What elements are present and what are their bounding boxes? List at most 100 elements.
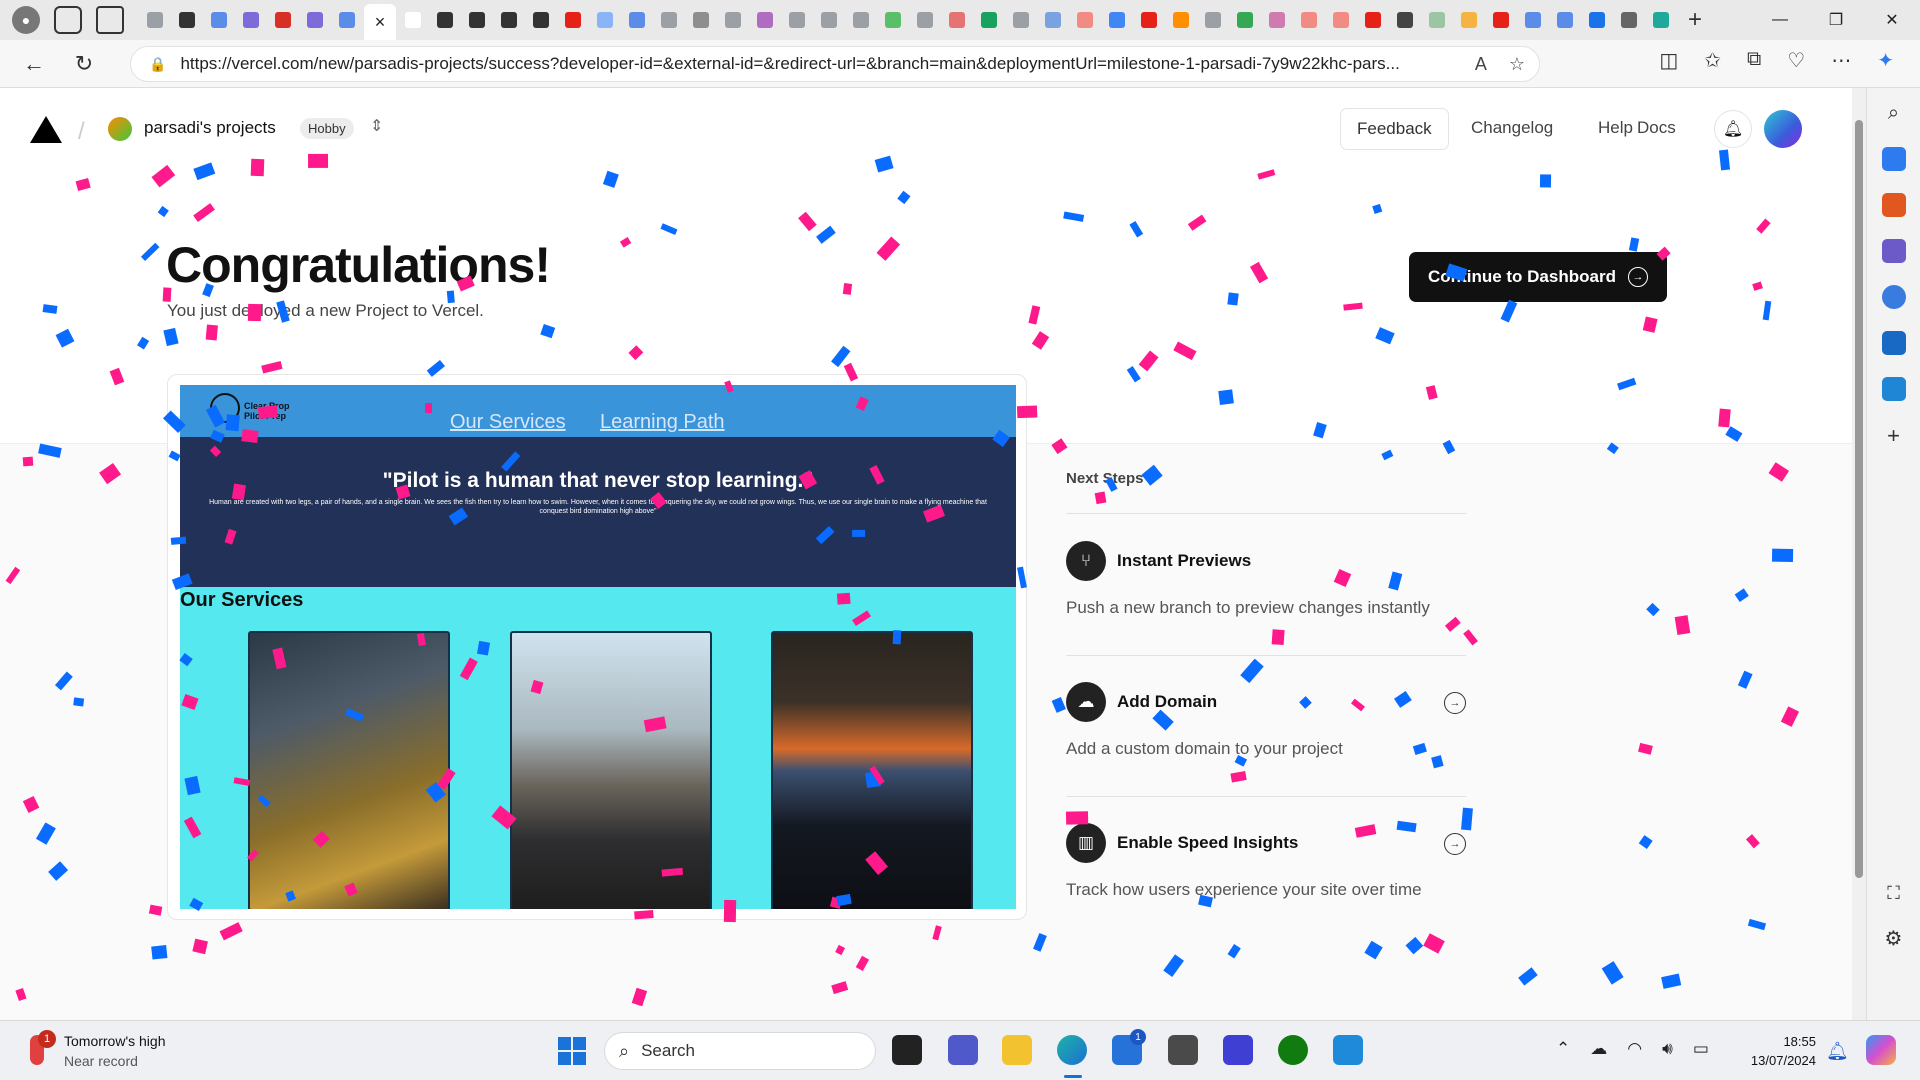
browser-tab[interactable]: [1390, 5, 1420, 35]
browser-tab[interactable]: [750, 5, 780, 35]
minimize-icon[interactable]: —: [1752, 0, 1808, 40]
docs-link[interactable]: Docs: [1637, 118, 1676, 138]
outlook-icon[interactable]: [1881, 331, 1906, 355]
browser-tab[interactable]: [1294, 5, 1324, 35]
refresh-icon[interactable]: ↻: [64, 44, 104, 84]
browser-tab[interactable]: [1070, 5, 1100, 35]
browser-tab[interactable]: [1454, 5, 1484, 35]
browser-tab[interactable]: [1582, 5, 1612, 35]
new-tab-button[interactable]: +: [1688, 6, 1702, 34]
browser-tab[interactable]: [300, 5, 330, 35]
chevron-up-icon[interactable]: ⌃: [1556, 1039, 1570, 1059]
send-icon[interactable]: [1881, 377, 1906, 401]
browser-tab[interactable]: [1102, 5, 1132, 35]
browser-tab[interactable]: [494, 5, 524, 35]
team-name[interactable]: parsadi's projects: [144, 118, 276, 138]
taskbar-search-box[interactable]: ⌕ Search: [604, 1032, 876, 1070]
browser-tab[interactable]: [878, 5, 908, 35]
active-tab-close-button[interactable]: ×: [364, 4, 396, 40]
browser-tab[interactable]: [846, 5, 876, 35]
browser-tab[interactable]: [462, 5, 492, 35]
browser-tab[interactable]: [1134, 5, 1164, 35]
restore-icon[interactable]: ❐: [1808, 0, 1864, 40]
tools-briefcase-icon[interactable]: [1881, 193, 1906, 217]
vercel-logo-icon[interactable]: [30, 116, 62, 143]
browser-tab[interactable]: [1262, 5, 1292, 35]
feedback-button[interactable]: Feedback: [1340, 108, 1449, 150]
browser-tab[interactable]: [622, 5, 652, 35]
xbox-icon[interactable]: [1278, 1035, 1308, 1065]
games-icon[interactable]: [1881, 239, 1906, 263]
browser-tab[interactable]: [1198, 5, 1228, 35]
browser-tab[interactable]: [814, 5, 844, 35]
notifications-bell-icon[interactable]: 🔔︎: [1714, 110, 1752, 148]
arrow-right-circle-icon[interactable]: →: [1444, 692, 1466, 714]
task-view-icon[interactable]: [892, 1035, 922, 1065]
browser-tab[interactable]: [236, 5, 266, 35]
browser-tab[interactable]: [1230, 5, 1260, 35]
tab-actions-icon[interactable]: [96, 6, 124, 34]
collections-icon[interactable]: ⧉: [1747, 48, 1761, 73]
browser-tab[interactable]: [974, 5, 1004, 35]
windows-start-icon[interactable]: [558, 1037, 586, 1065]
scrollbar-thumb[interactable]: [1855, 120, 1863, 878]
browser-tab[interactable]: [558, 5, 588, 35]
browser-tab[interactable]: [1486, 5, 1516, 35]
settings-gear-icon[interactable]: ⚙: [1885, 926, 1903, 951]
screenshot-icon[interactable]: ⛶: [1887, 883, 1900, 904]
browser-tab[interactable]: [782, 5, 812, 35]
browser-tab[interactable]: [686, 5, 716, 35]
close-window-icon[interactable]: ✕: [1864, 0, 1920, 40]
notification-bell-icon[interactable]: 🔔︎: [1826, 1041, 1849, 1062]
search-icon[interactable]: ⌕: [1888, 102, 1899, 125]
continue-to-dashboard-button[interactable]: Continue to Dashboard →: [1409, 252, 1667, 302]
edge-browser-icon[interactable]: [1057, 1035, 1087, 1065]
unity-icon[interactable]: [1168, 1035, 1198, 1065]
browser-tab[interactable]: [430, 5, 460, 35]
browser-tab[interactable]: [1166, 5, 1196, 35]
vscode-icon[interactable]: [1333, 1035, 1363, 1065]
browser-tab[interactable]: [526, 5, 556, 35]
browser-tab[interactable]: [718, 5, 748, 35]
volume-icon[interactable]: 🔊︎: [1662, 1039, 1673, 1059]
teams-icon[interactable]: [948, 1035, 978, 1065]
browser-tab[interactable]: [1038, 5, 1068, 35]
browser-tab[interactable]: [1518, 5, 1548, 35]
read-aloud-icon[interactable]: A: [1475, 54, 1487, 75]
team-switcher-chevron-icon[interactable]: ⇕: [370, 116, 383, 136]
microsoft-365-icon[interactable]: [1881, 285, 1906, 309]
url-field[interactable]: 🔒 https://vercel.com/new/parsadis-projec…: [130, 46, 1540, 82]
help-link[interactable]: Help: [1598, 118, 1633, 138]
workspaces-icon[interactable]: [54, 6, 82, 34]
browser-tab[interactable]: [1422, 5, 1452, 35]
browser-tab[interactable]: [910, 5, 940, 35]
user-avatar[interactable]: [1764, 110, 1802, 148]
browser-tab[interactable]: [172, 5, 202, 35]
browser-tab[interactable]: [1358, 5, 1388, 35]
split-screen-icon[interactable]: ◫: [1659, 48, 1678, 73]
browser-tab[interactable]: [942, 5, 972, 35]
more-menu-icon[interactable]: ⋯: [1831, 48, 1851, 73]
add-icon[interactable]: +: [1887, 423, 1900, 449]
back-icon[interactable]: ←: [14, 44, 54, 84]
browser-tab[interactable]: [268, 5, 298, 35]
browser-tab[interactable]: [654, 5, 684, 35]
profile-icon[interactable]: ●: [12, 6, 40, 34]
browser-tab[interactable]: [204, 5, 234, 35]
lock-icon[interactable]: 🔒: [149, 56, 166, 73]
onedrive-cloud-icon[interactable]: ☁: [1590, 1039, 1607, 1059]
browser-tab[interactable]: [1326, 5, 1356, 35]
deployment-preview-card[interactable]: Clear Prop Pilot Prep Our Services Learn…: [167, 374, 1027, 920]
wifi-icon[interactable]: ◠: [1627, 1039, 1642, 1059]
battery-icon[interactable]: ▭: [1693, 1039, 1709, 1059]
browser-tab[interactable]: [590, 5, 620, 35]
file-explorer-icon[interactable]: [1002, 1035, 1032, 1065]
page-scrollbar[interactable]: [1852, 88, 1866, 1020]
browser-tab[interactable]: [1550, 5, 1580, 35]
browser-tab[interactable]: [1614, 5, 1644, 35]
changelog-link[interactable]: Changelog: [1471, 118, 1553, 138]
browser-tab[interactable]: [1006, 5, 1036, 35]
browser-tab[interactable]: [398, 5, 428, 35]
team-avatar[interactable]: [108, 117, 132, 141]
browser-essentials-icon[interactable]: ♡: [1787, 48, 1805, 73]
